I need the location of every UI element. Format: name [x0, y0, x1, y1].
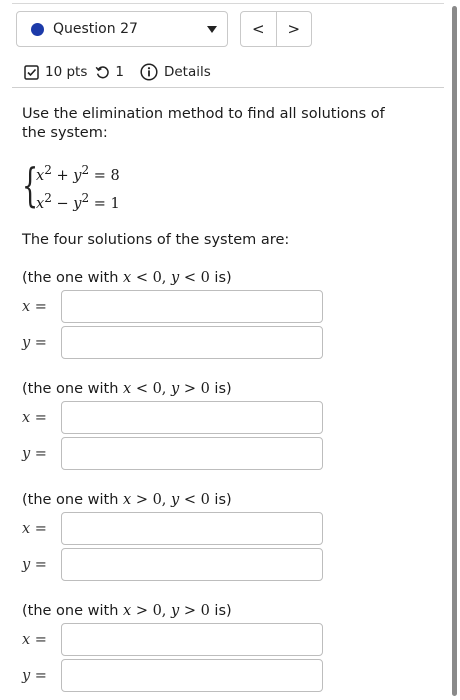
case-label-4: (the one with x > 0, y > 0 is) [22, 603, 232, 619]
left-brace-icon: { [22, 158, 39, 212]
question-selector[interactable]: Question 27 [16, 11, 228, 47]
answer-x-input[interactable] [61, 290, 323, 323]
info-icon [140, 63, 158, 81]
case-label-2: (the one with x < 0, y > 0 is) [22, 381, 232, 397]
case-label-3: (the one with x > 0, y < 0 is) [22, 492, 232, 508]
retry-icon [95, 65, 110, 80]
question-selector-label: Question 27 [53, 21, 138, 37]
answer-y-input[interactable] [61, 548, 323, 581]
answer-x-input[interactable] [61, 401, 323, 434]
scrollbar[interactable] [452, 6, 457, 696]
equation-1: x2 + y2 = 8 [36, 163, 120, 184]
points-text: 10 pts [45, 64, 88, 80]
equation-system: { x2 + y2 = 8 x2 − y2 = 1 [22, 162, 120, 212]
checkbox-icon [24, 64, 39, 80]
case-label-1: (the one with x < 0, y < 0 is) [22, 270, 232, 286]
y-label: y = [22, 668, 47, 684]
details-label: Details [163, 64, 211, 80]
next-question-button[interactable]: > [275, 12, 312, 46]
header-divider [12, 87, 444, 88]
y-label: y = [22, 557, 47, 573]
answer-y-input[interactable] [61, 326, 323, 359]
question-prompt: Use the elimination method to find all s… [22, 106, 385, 141]
x-label: x = [22, 632, 47, 648]
previous-question-button[interactable]: < [241, 12, 276, 46]
question-meta: 10 pts 1 Details [24, 61, 211, 83]
top-divider [12, 3, 444, 4]
x-label: x = [22, 521, 47, 537]
x-label: x = [22, 299, 47, 315]
answer-y-input[interactable] [61, 659, 323, 692]
answer-y-input[interactable] [61, 437, 323, 470]
y-label: y = [22, 335, 47, 351]
question-nav: < > [240, 11, 312, 47]
equation-2: x2 − y2 = 1 [36, 191, 120, 212]
x-label: x = [22, 410, 47, 426]
answer-x-input[interactable] [61, 512, 323, 545]
attempts-count: 1 [115, 64, 124, 80]
details-toggle[interactable]: Details [140, 63, 211, 81]
caret-down-icon [207, 25, 217, 33]
equations: x2 + y2 = 8 x2 − y2 = 1 [36, 159, 120, 215]
question-status-dot [31, 22, 44, 36]
answer-x-input[interactable] [61, 623, 323, 656]
y-label: y = [22, 446, 47, 462]
four-solutions-text: The four solutions of the system are: [22, 232, 290, 248]
